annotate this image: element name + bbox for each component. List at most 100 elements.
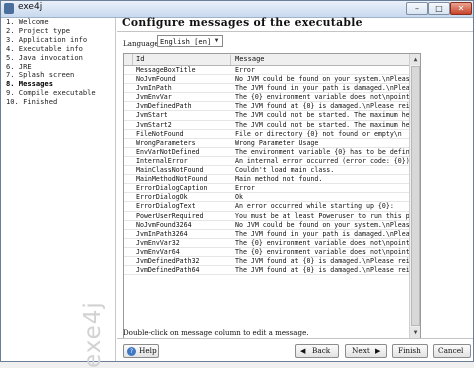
table-row[interactable]: ErrorDialogCaption Error — [124, 184, 409, 194]
table-row[interactable]: FileNotFound File or directory {0} not fo… — [124, 130, 409, 139]
table-header: Id Message — [124, 54, 409, 66]
table-row[interactable]: EnvVarNotDefined The environment variable… — [124, 148, 409, 157]
back-button[interactable]: ◀ Back — [295, 344, 339, 358]
message-text-cell[interactable]: An internal error occurred (error code: … — [235, 157, 409, 166]
divider — [117, 31, 473, 32]
message-id-cell: PowerUserRequired — [136, 211, 204, 220]
chevron-down-icon: ▼ — [214, 37, 219, 44]
message-text-cell[interactable]: You must be at least Poweruser to run th… — [235, 212, 409, 221]
table-row[interactable]: NoJvmFound No JVM could be found on your … — [124, 75, 409, 85]
language-select[interactable]: English [en] ▼ — [157, 35, 223, 47]
message-text-cell[interactable]: The environment variable {0} has to be d… — [235, 148, 409, 157]
message-text-cell[interactable]: Couldn't load main class. — [235, 166, 409, 175]
table-row[interactable]: JvmInPath The JVM found in your path is d… — [124, 84, 409, 94]
column-header-id[interactable]: Id — [133, 55, 231, 65]
message-id-cell: JvmStart — [136, 111, 168, 120]
message-text-cell[interactable]: The JVM could not be started. The maximu… — [235, 111, 409, 120]
button-bar: ? Help ◀ Back Next ▶ Finish Cancel — [117, 338, 473, 362]
wizard-step: 10. Finished — [6, 97, 58, 107]
table-row[interactable]: MessageBoxTitle Error — [124, 66, 409, 76]
table-row[interactable]: JvmStart The JVM could not be started. Th… — [124, 111, 409, 121]
message-id-cell: NoJvmFound3264 — [136, 220, 192, 229]
scroll-thumb[interactable] — [411, 66, 420, 326]
close-button[interactable]: ✕ — [450, 2, 472, 15]
table-row[interactable]: JvmInPath3264 The JVM found in your path … — [124, 230, 409, 239]
cancel-label: Cancel — [438, 346, 464, 355]
message-id-cell: MainMethodNotFound — [136, 175, 208, 184]
message-id-cell: ErrorDialogCaption — [136, 184, 208, 193]
table-row[interactable]: JvmDefinedPath The JVM found at {0} is da… — [124, 102, 409, 112]
message-id-cell: JvmStart2 — [136, 120, 172, 129]
table-row[interactable]: JvmEnvVar The {0} environment variable do… — [124, 93, 409, 103]
message-id-cell: JvmDefinedPath — [136, 102, 192, 111]
table-row[interactable]: JvmEnvVar64 The {0} environment variable … — [124, 248, 409, 257]
message-text-cell[interactable]: The JVM found in your path is damaged.\n… — [235, 84, 409, 93]
table-row[interactable]: InternalError An internal error occurred … — [124, 156, 409, 167]
message-text-cell[interactable]: No JVM could be found on your system.\nP… — [235, 221, 409, 230]
maximize-button[interactable]: □ — [428, 2, 450, 15]
message-text-cell[interactable]: Main method not found. — [235, 175, 409, 184]
minimize-button[interactable]: – — [406, 2, 428, 15]
window-title: exe4j — [18, 2, 43, 12]
message-text-cell[interactable]: Wrong Parameter Usage — [235, 139, 409, 148]
next-button[interactable]: Next ▶ — [345, 344, 387, 358]
table-body: MessageBoxTitle Error NoJvmFound No JVM cou… — [124, 66, 409, 276]
message-id-cell: JvmEnvVar — [136, 93, 172, 102]
table-row[interactable]: MainClassNotFound Couldn't load main clas… — [124, 166, 409, 176]
table-row[interactable]: PowerUserRequired You must be at least Po… — [124, 212, 409, 221]
message-id-cell: InternalError — [136, 156, 188, 165]
table-row[interactable]: JvmDefinedPath32 The JVM found at {0} is … — [124, 256, 409, 267]
watermark-text: exe4j — [80, 301, 106, 368]
message-text-cell[interactable]: No JVM could be found on your system.\nP… — [235, 75, 409, 84]
exe4j-watermark: exe4j — [78, 268, 108, 368]
table-row[interactable]: JvmDefinedPath64 The JVM found at {0} is … — [124, 266, 409, 276]
vertical-scrollbar[interactable]: ▲ ▼ — [409, 54, 420, 338]
wizard-steps: 1. Welcome 2. Project type 3. Application … — [6, 17, 96, 107]
scroll-down-icon[interactable]: ▼ — [410, 327, 420, 338]
messages-table: Id Message MessageBoxTitle Error NoJvmFoun… — [123, 53, 421, 339]
cancel-button[interactable]: Cancel — [433, 344, 471, 358]
page-title: Configure messages of the executable — [122, 16, 363, 29]
message-id-cell: JvmInPath3264 — [136, 229, 188, 238]
message-text-cell[interactable]: Error — [235, 66, 409, 75]
help-label: Help — [139, 346, 157, 355]
message-id-cell: WrongParameters — [136, 138, 196, 147]
app-icon — [4, 3, 14, 14]
finish-button[interactable]: Finish — [392, 344, 428, 358]
message-id-cell: ErrorDialogOk — [136, 193, 188, 202]
next-label: Next — [352, 346, 370, 355]
message-text-cell[interactable]: The JVM found at {0} is damaged.\nPlease… — [235, 257, 409, 266]
table-row[interactable]: MainMethodNotFound Main method not found. — [124, 175, 409, 185]
message-id-cell: JvmDefinedPath32 — [136, 256, 200, 265]
message-id-cell: MessageBoxTitle — [136, 66, 196, 74]
help-button[interactable]: ? Help — [123, 344, 159, 358]
message-text-cell[interactable]: The JVM found at {0} is damaged.\nPlease… — [235, 102, 409, 111]
table-row[interactable]: JvmEnvVar32 The {0} environment variable … — [124, 239, 409, 248]
wizard-sidebar: 1. Welcome 2. Project type 3. Application … — [2, 17, 116, 368]
message-text-cell[interactable]: An error occurred while starting up {0}: — [235, 202, 409, 211]
back-label: Back — [312, 346, 331, 355]
message-id-cell: FileNotFound — [136, 129, 184, 138]
installer-window: exe4j – □ ✕ 1. Welcome 2. Project type 3. … — [0, 0, 474, 368]
message-id-cell: ErrorDialogText — [136, 202, 196, 211]
message-text-cell[interactable]: The {0} environment variable does not\np… — [235, 93, 409, 102]
message-text-cell[interactable]: The JVM found at {0} is damaged.\nPlease… — [235, 266, 409, 275]
message-text-cell[interactable]: The JVM found in your path is damaged.\n… — [235, 230, 409, 239]
message-text-cell[interactable]: The JVM could not be started. The maximu… — [235, 121, 409, 130]
message-text-cell[interactable]: File or directory {0} not found or empty… — [235, 130, 409, 139]
message-text-cell[interactable]: Error — [235, 184, 409, 193]
scroll-up-icon[interactable]: ▲ — [410, 54, 420, 65]
column-header-message[interactable]: Message — [232, 55, 408, 63]
table-row[interactable]: WrongParameters Wrong Parameter Usage — [124, 139, 409, 148]
message-text-cell[interactable]: Ok — [235, 193, 409, 202]
back-arrow-icon: ◀ — [300, 347, 306, 355]
table-row[interactable]: ErrorDialogText An error occurred while s… — [124, 202, 409, 212]
message-id-cell: EnvVarNotDefined — [136, 147, 200, 156]
message-id-cell: JvmEnvVar32 — [136, 238, 180, 247]
table-row[interactable]: ErrorDialogOk Ok — [124, 193, 409, 203]
table-row[interactable]: NoJvmFound3264 No JVM could be found on y… — [124, 221, 409, 230]
message-text-cell[interactable]: The {0} environment variable does not\np… — [235, 248, 409, 257]
next-arrow-icon: ▶ — [375, 347, 381, 355]
table-row[interactable]: JvmStart2 The JVM could not be started. T… — [124, 121, 409, 130]
message-text-cell[interactable]: The {0} environment variable does not\np… — [235, 239, 409, 248]
